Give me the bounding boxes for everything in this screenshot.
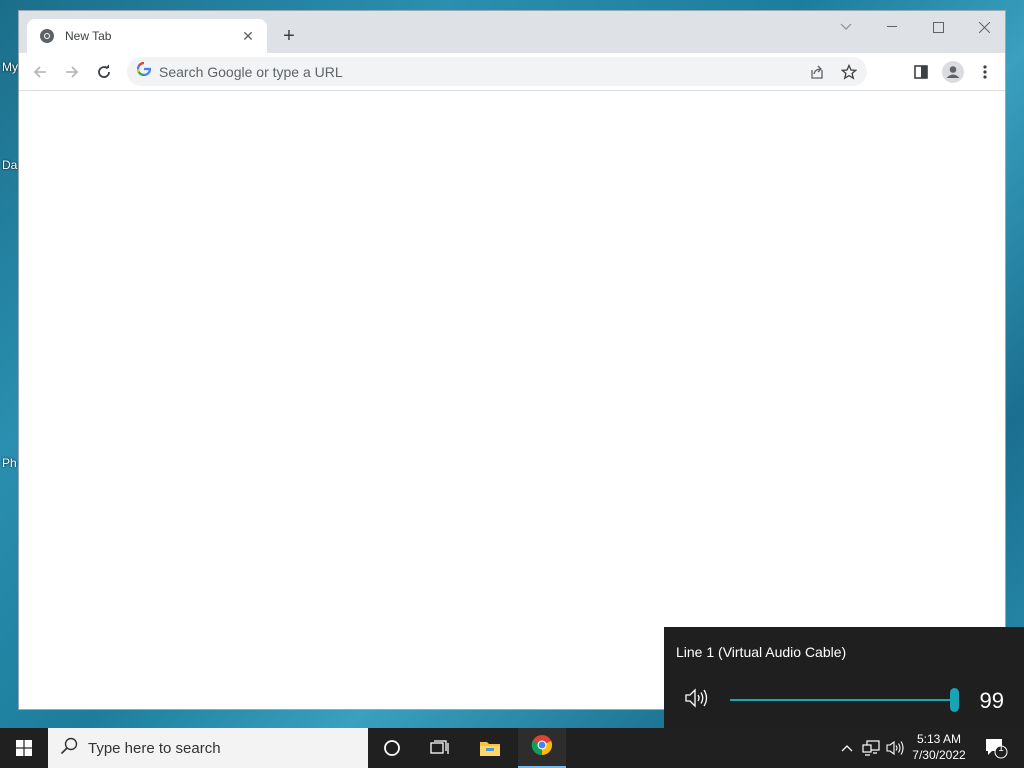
volume-slider-track[interactable]: [730, 699, 956, 701]
tab-new-tab[interactable]: New Tab ✕: [27, 19, 267, 53]
taskbar: Type here to search 5:13 AM 7/30/2022 1: [0, 728, 1024, 768]
tab-title: New Tab: [65, 29, 112, 43]
desktop-icon-label[interactable]: Ph: [2, 456, 17, 470]
audio-device-name: Line 1 (Virtual Audio Cable): [676, 644, 847, 660]
side-panel-icon[interactable]: [907, 58, 935, 86]
speaker-icon[interactable]: [884, 728, 906, 768]
chevron-up-icon[interactable]: [836, 728, 858, 768]
network-icon[interactable]: [860, 728, 882, 768]
clock-time: 5:13 AM: [916, 732, 962, 746]
chrome-window: New Tab ✕ + Search Google or type a URL: [18, 10, 1006, 710]
plus-icon[interactable]: +: [277, 24, 301, 48]
chrome-icon: [39, 28, 55, 44]
volume-level: 99: [979, 688, 1004, 713]
omnibox-placeholder: Search Google or type a URL: [159, 63, 343, 80]
star-icon[interactable]: [835, 58, 863, 86]
cortana-icon[interactable]: [368, 728, 416, 768]
taskbar-search[interactable]: Type here to search: [48, 728, 368, 768]
share-icon[interactable]: [803, 58, 831, 86]
search-placeholder: Type here to search: [88, 739, 221, 757]
profile-icon[interactable]: [939, 58, 967, 86]
notification-icon[interactable]: 1: [978, 728, 1014, 768]
volume-slider-thumb[interactable]: [950, 688, 959, 712]
windows-logo-icon[interactable]: [0, 728, 48, 768]
taskbar-chrome-button[interactable]: [518, 728, 566, 768]
close-icon[interactable]: [961, 11, 1007, 43]
chrome-icon: [531, 734, 553, 761]
google-g-icon: [136, 61, 152, 81]
forward-arrow-icon[interactable]: [57, 57, 87, 87]
maximize-icon[interactable]: [915, 11, 961, 43]
task-view-icon[interactable]: [416, 728, 464, 768]
clock-date: 7/30/2022: [912, 748, 966, 762]
kebab-menu-icon[interactable]: [971, 58, 999, 86]
speaker-icon[interactable]: [684, 687, 710, 714]
back-arrow-icon[interactable]: [25, 57, 55, 87]
title-bar[interactable]: New Tab ✕ +: [19, 11, 1005, 53]
page-content[interactable]: [19, 92, 1005, 709]
file-explorer-icon[interactable]: [466, 728, 514, 768]
reload-icon[interactable]: [89, 57, 119, 87]
chevron-down-icon[interactable]: [823, 11, 869, 43]
close-icon[interactable]: ✕: [239, 27, 257, 45]
toolbar: Search Google or type a URL: [19, 53, 1005, 91]
notification-count: 1: [998, 743, 1004, 754]
omnibox[interactable]: Search Google or type a URL: [127, 57, 867, 86]
volume-flyout: Line 1 (Virtual Audio Cable) 99: [664, 627, 1024, 728]
minimize-icon[interactable]: [869, 11, 915, 43]
search-icon: [60, 737, 78, 760]
desktop-icon-label[interactable]: My: [2, 60, 18, 74]
desktop-icon-label[interactable]: Da: [2, 158, 17, 172]
taskbar-clock[interactable]: 5:13 AM 7/30/2022: [904, 731, 974, 763]
